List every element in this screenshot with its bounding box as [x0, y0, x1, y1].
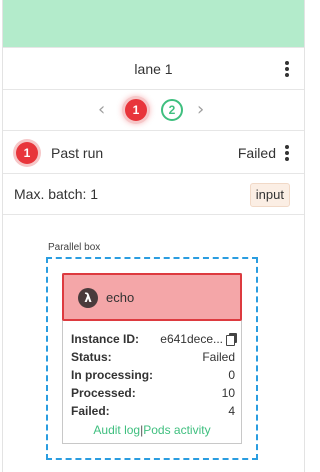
- task-details: Instance ID: e641dece... Status: Failed …: [71, 330, 237, 420]
- page-2-button[interactable]: 2: [161, 99, 183, 121]
- status-value: Failed: [202, 350, 235, 364]
- in-processing-value: 0: [228, 368, 235, 382]
- input-button[interactable]: input: [249, 183, 290, 207]
- lane-menu-kebab-icon[interactable]: [281, 59, 293, 79]
- task-links: Audit log|Pods activity: [63, 423, 241, 437]
- failed-row: Failed: 4: [71, 402, 235, 420]
- max-batch-label: Max. batch: 1: [14, 186, 99, 202]
- processed-row: Processed: 10: [71, 384, 235, 402]
- run-pager: ‹ 1 2 ›: [3, 90, 304, 131]
- run-number-badge: 1: [16, 142, 38, 164]
- instance-id-value: e641dece...: [160, 332, 223, 346]
- status-label: Status:: [71, 350, 112, 364]
- lane-title-row: lane 1: [3, 47, 304, 90]
- copy-icon[interactable]: [226, 333, 237, 346]
- task-card[interactable]: λ echo Instance ID: e641dece... Status: …: [62, 273, 242, 444]
- parallel-box-label: Parallel box: [48, 242, 101, 253]
- lane-title: lane 1: [134, 61, 173, 77]
- instance-id-label: Instance ID:: [71, 332, 140, 346]
- processed-label: Processed:: [71, 386, 136, 400]
- instance-id-row: Instance ID: e641dece...: [71, 330, 237, 348]
- failed-label: Failed:: [71, 404, 110, 418]
- page-1-button[interactable]: 1: [125, 99, 147, 121]
- task-name: echo: [106, 290, 135, 305]
- lane-header-bar: [3, 0, 304, 47]
- failed-value: 4: [228, 404, 235, 418]
- audit-log-link[interactable]: Audit log: [93, 423, 140, 437]
- pods-activity-link[interactable]: Pods activity: [143, 423, 210, 437]
- lambda-icon: λ: [78, 288, 98, 308]
- run-menu-kebab-icon[interactable]: [281, 143, 293, 163]
- in-processing-label: In processing:: [71, 368, 154, 382]
- batch-row: Max. batch: 1 input: [3, 174, 304, 215]
- chevron-right-icon[interactable]: ›: [197, 100, 204, 120]
- task-header[interactable]: λ echo: [62, 273, 242, 321]
- run-label: Past run: [51, 145, 104, 161]
- processed-value: 10: [221, 386, 235, 400]
- run-status: Failed: [237, 145, 276, 161]
- status-row: Status: Failed: [71, 348, 235, 366]
- chevron-left-icon[interactable]: ‹: [98, 100, 105, 120]
- in-processing-row: In processing: 0: [71, 366, 235, 384]
- run-row: 1 Past run Failed: [3, 131, 304, 174]
